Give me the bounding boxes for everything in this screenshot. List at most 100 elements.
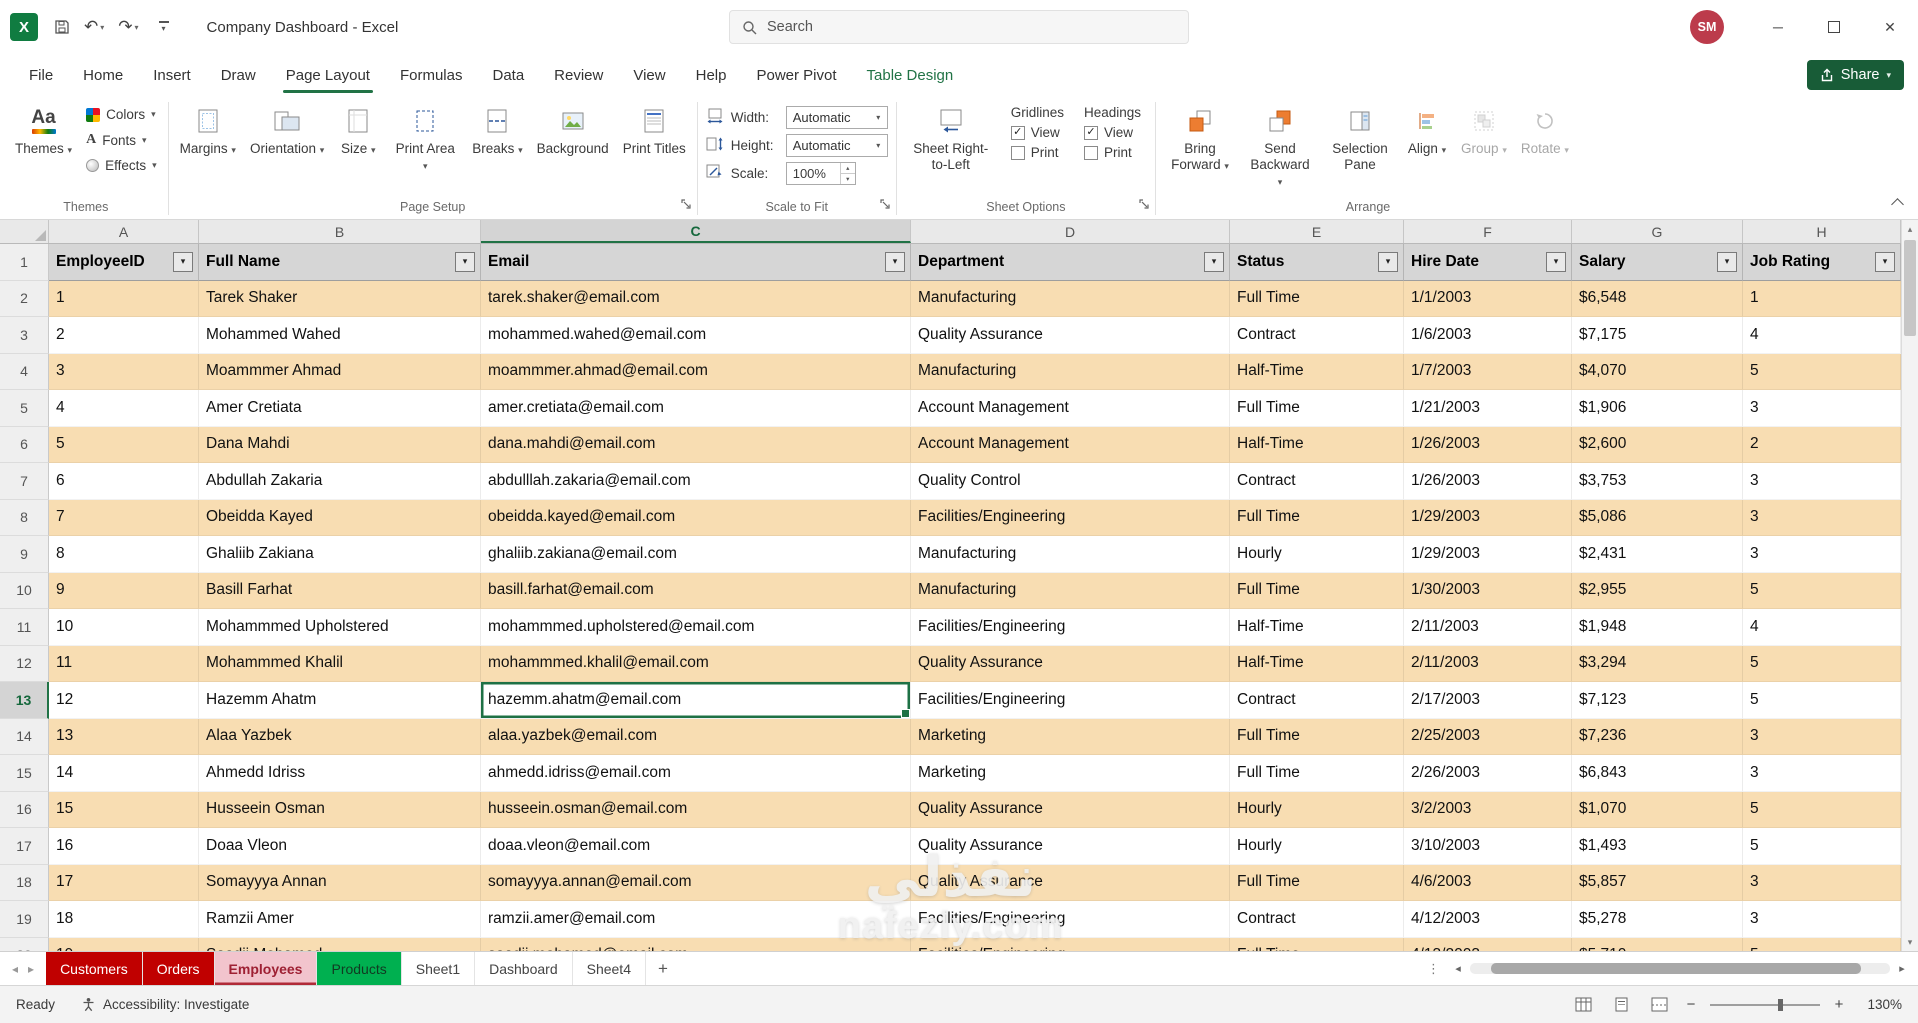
cell-B18[interactable]: Somayyya Annan (199, 865, 481, 902)
cell-C4[interactable]: moammmer.ahmad@email.com (481, 354, 911, 391)
effects-button[interactable]: Effects▾ (79, 154, 164, 177)
excel-app-icon[interactable]: X (10, 13, 38, 41)
cell-G12[interactable]: $3,294 (1572, 646, 1743, 683)
cell-G17[interactable]: $1,493 (1572, 828, 1743, 865)
ribbon-tab-home[interactable]: Home (68, 54, 138, 96)
filter-button[interactable]: ▾ (455, 252, 475, 272)
cell-F2[interactable]: 1/1/2003 (1404, 281, 1572, 318)
vertical-scroll-track[interactable] (1902, 238, 1918, 933)
filter-button[interactable]: ▾ (1204, 252, 1224, 272)
cell-D6[interactable]: Account Management (911, 427, 1230, 464)
filter-button[interactable]: ▾ (173, 252, 193, 272)
row-header-19[interactable]: 19 (0, 901, 49, 938)
row-header-4[interactable]: 4 (0, 354, 49, 391)
page-layout-view-button[interactable] (1608, 994, 1634, 1016)
cell-F9[interactable]: 1/29/2003 (1404, 536, 1572, 573)
cell-D18[interactable]: Quality Assurance (911, 865, 1230, 902)
ribbon-tab-table-design[interactable]: Table Design (852, 54, 969, 96)
new-sheet-button[interactable]: + (646, 952, 680, 985)
cell-B8[interactable]: Obeidda Kayed (199, 500, 481, 537)
cell-E17[interactable]: Hourly (1230, 828, 1404, 865)
selection-pane-button[interactable]: Selection Pane (1320, 101, 1400, 178)
cell-B16[interactable]: Husseein Osman (199, 792, 481, 829)
cell-G13[interactable]: $7,123 (1572, 682, 1743, 719)
row-header-1[interactable]: 1 (0, 244, 49, 281)
undo-button[interactable]: ↶▾ (78, 13, 110, 41)
headings-view-checkbox[interactable]: ✓View (1084, 125, 1141, 140)
cell-C6[interactable]: dana.mahdi@email.com (481, 427, 911, 464)
column-header-F[interactable]: F (1404, 220, 1572, 243)
row-header-2[interactable]: 2 (0, 281, 49, 318)
cell-E4[interactable]: Half-Time (1230, 354, 1404, 391)
zoom-in-button[interactable]: + (1832, 996, 1846, 1013)
cell-B6[interactable]: Dana Mahdi (199, 427, 481, 464)
cell-G8[interactable]: $5,086 (1572, 500, 1743, 537)
cell-A17[interactable]: 16 (49, 828, 199, 865)
cell-G4[interactable]: $4,070 (1572, 354, 1743, 391)
cell-F15[interactable]: 2/26/2003 (1404, 755, 1572, 792)
cell-G5[interactable]: $1,906 (1572, 390, 1743, 427)
sheet-tab-products[interactable]: Products (317, 952, 401, 985)
cell-F12[interactable]: 2/11/2003 (1404, 646, 1572, 683)
ribbon-tab-draw[interactable]: Draw (206, 54, 271, 96)
sheet-tab-customers[interactable]: Customers (46, 952, 143, 985)
orientation-button[interactable]: Orientation ▾ (243, 101, 331, 162)
cell-F20[interactable]: 4/13/2003 (1404, 938, 1572, 952)
cell-E15[interactable]: Full Time (1230, 755, 1404, 792)
cell-F11[interactable]: 2/11/2003 (1404, 609, 1572, 646)
close-button[interactable]: ✕ (1862, 0, 1918, 54)
column-header-B[interactable]: B (199, 220, 481, 243)
cell-C9[interactable]: ghaliib.zakiana@email.com (481, 536, 911, 573)
cell-A2[interactable]: 1 (49, 281, 199, 318)
sheet-right-to-left-button[interactable]: Sheet Right-to-Left (901, 101, 1001, 178)
cell-A9[interactable]: 8 (49, 536, 199, 573)
cell-C10[interactable]: basill.farhat@email.com (481, 573, 911, 610)
cell-A19[interactable]: 18 (49, 901, 199, 938)
send-backward-button[interactable]: Send Backward ▾ (1240, 101, 1320, 194)
breaks-button[interactable]: Breaks ▾ (465, 101, 529, 162)
background-button[interactable]: Background (530, 101, 616, 162)
cell-B12[interactable]: Mohammmed Khalil (199, 646, 481, 683)
select-all-corner[interactable] (0, 220, 49, 243)
cell-F14[interactable]: 2/25/2003 (1404, 719, 1572, 756)
cell-G7[interactable]: $3,753 (1572, 463, 1743, 500)
cell-F3[interactable]: 1/6/2003 (1404, 317, 1572, 354)
cell-H15[interactable]: 3 (1743, 755, 1901, 792)
sheet-options-dialog-launcher[interactable] (1139, 197, 1150, 215)
row-header-14[interactable]: 14 (0, 719, 49, 756)
page-break-view-button[interactable] (1646, 994, 1672, 1016)
cell-H18[interactable]: 3 (1743, 865, 1901, 902)
cell-D17[interactable]: Quality Assurance (911, 828, 1230, 865)
cell-B17[interactable]: Doaa Vleon (199, 828, 481, 865)
row-header-17[interactable]: 17 (0, 828, 49, 865)
cell-H4[interactable]: 5 (1743, 354, 1901, 391)
collapse-ribbon-button[interactable] (1891, 198, 1904, 211)
ribbon-tab-power-pivot[interactable]: Power Pivot (741, 54, 851, 96)
cell-H5[interactable]: 3 (1743, 390, 1901, 427)
cell-E8[interactable]: Full Time (1230, 500, 1404, 537)
cell-E3[interactable]: Contract (1230, 317, 1404, 354)
cell-E13[interactable]: Contract (1230, 682, 1404, 719)
cell-D4[interactable]: Manufacturing (911, 354, 1230, 391)
bring-forward-button[interactable]: Bring Forward ▾ (1160, 101, 1240, 178)
column-header-G[interactable]: G (1572, 220, 1743, 243)
cell-B5[interactable]: Amer Cretiata (199, 390, 481, 427)
width-dropdown[interactable]: Automatic▾ (786, 106, 888, 129)
cell-C2[interactable]: tarek.shaker@email.com (481, 281, 911, 318)
cell-E14[interactable]: Full Time (1230, 719, 1404, 756)
minimize-button[interactable]: ─ (1750, 0, 1806, 54)
cell-G15[interactable]: $6,843 (1572, 755, 1743, 792)
redo-button[interactable]: ↷▾ (112, 13, 144, 41)
maximize-button[interactable] (1806, 0, 1862, 54)
cell-D16[interactable]: Quality Assurance (911, 792, 1230, 829)
cell-F6[interactable]: 1/26/2003 (1404, 427, 1572, 464)
cell-A3[interactable]: 2 (49, 317, 199, 354)
cell-A6[interactable]: 5 (49, 427, 199, 464)
ribbon-tab-data[interactable]: Data (477, 54, 539, 96)
column-header-D[interactable]: D (911, 220, 1230, 243)
cell-D11[interactable]: Facilities/Engineering (911, 609, 1230, 646)
horizontal-scroll-track[interactable] (1470, 963, 1890, 974)
row-header-8[interactable]: 8 (0, 500, 49, 537)
cell-B20[interactable]: Saadii Mohamed (199, 938, 481, 952)
cell-A5[interactable]: 4 (49, 390, 199, 427)
